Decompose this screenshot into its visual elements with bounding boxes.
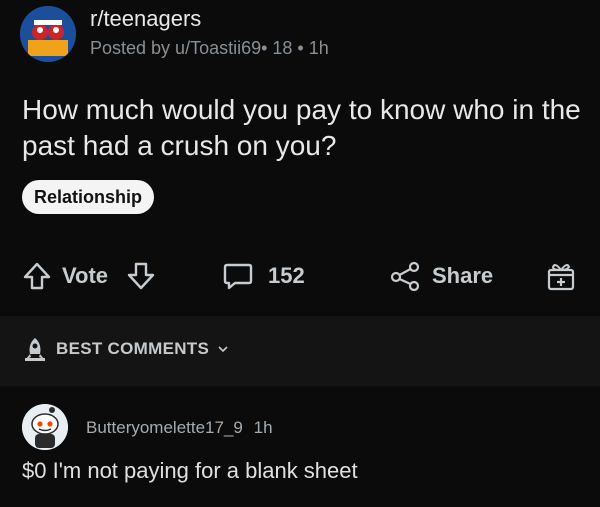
share-label: Share [432, 263, 494, 288]
avatar[interactable] [22, 404, 68, 450]
comment-username[interactable]: Butteryomelette17_9 [86, 418, 243, 437]
subreddit-avatar[interactable] [20, 6, 76, 62]
upvote-icon [23, 262, 51, 290]
comment-sort-label: BEST COMMENTS [56, 339, 210, 358]
comment-meta: Butteryomelette17_9 1h [86, 418, 273, 438]
share-button[interactable]: Share [388, 248, 493, 304]
rocket-icon [25, 338, 45, 361]
subreddit-name[interactable]: r/teenagers [90, 6, 201, 32]
downvote-button[interactable] [126, 248, 156, 304]
gift-icon [547, 264, 575, 291]
comment-body: $0 I'm not paying for a blank sheet [22, 458, 358, 483]
comment-count: 152 [268, 263, 305, 288]
vote-label: Vote [62, 263, 109, 288]
comment: Butteryomelette17_9 1h $0 I'm not paying… [0, 386, 600, 507]
upvote-button[interactable] [22, 248, 52, 304]
chevron-down-icon [218, 346, 228, 353]
award-button[interactable] [546, 248, 576, 304]
comment-time: 1h [253, 418, 273, 437]
comments-button[interactable]: 152 [222, 248, 305, 304]
post-flair[interactable]: Relationship [22, 180, 155, 214]
post-title: How much would you pay to know who in th… [22, 94, 581, 161]
post-card: r/teenagers Posted by u/Toastii69• 18 • … [0, 0, 600, 316]
post-actions: Vote 152 Share [0, 248, 600, 304]
comment-sort-button[interactable]: BEST COMMENTS [22, 336, 229, 362]
share-icon [390, 261, 420, 291]
posted-by[interactable]: Posted by u/Toastii69• 18 • 1h [90, 38, 329, 59]
comment-icon [223, 263, 253, 290]
downvote-icon [127, 262, 155, 290]
